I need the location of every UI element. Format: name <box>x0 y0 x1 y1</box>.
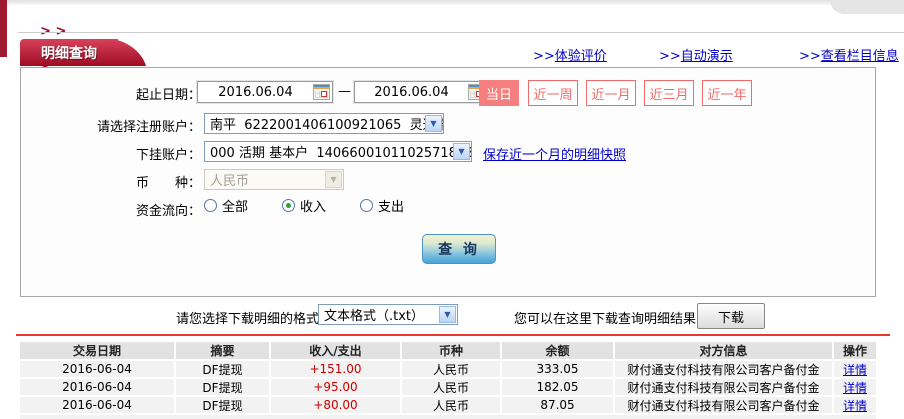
radio-label: 支出 <box>378 196 404 215</box>
fund-flow-label: 资金流向： <box>21 200 201 219</box>
radio-checked-icon <box>282 199 295 212</box>
red-divider <box>16 334 890 336</box>
cell-date: 2016-06-04 <box>20 379 176 395</box>
cell-counterparty: 财付通支付科技有限公司客户备付金 <box>615 379 834 395</box>
link-label: 查看栏目信息 <box>821 49 899 64</box>
chevron-down-icon[interactable]: ▼ <box>439 306 456 323</box>
currency-label: 币 种： <box>21 172 201 191</box>
date-from-value: 2016.06.04 <box>198 85 313 100</box>
cell-amount: +95.00 <box>271 379 402 395</box>
cell-balance: 87.05 <box>502 397 615 413</box>
link-prefix: >> <box>533 49 555 64</box>
save-snapshot-link[interactable]: 保存近一个月的明细快照 <box>483 144 626 163</box>
table-row: 2016-06-04 DF提现 +151.00 人民币 333.05 财付通支付… <box>20 361 876 377</box>
download-hint-label: 您可以在这里下载查询明细结果 <box>514 308 696 327</box>
link-prefix: >> <box>799 49 821 64</box>
registered-account-select[interactable]: 南平 6222001406100921065 灵通卡 ▼ <box>204 113 444 134</box>
currency-value: 人民币 <box>210 170 249 189</box>
cell-counterparty: 财付通支付科技有限公司客户备付金 <box>615 361 834 377</box>
query-form-panel: 起止日期： 2016.06.04 — 2016.06.04 当日 近一周 近一月… <box>20 67 876 297</box>
table-row-partial <box>20 415 876 419</box>
detail-link[interactable]: 详情 <box>843 361 867 377</box>
column-header-counterparty: 对方信息 <box>615 342 834 359</box>
top-band <box>0 0 904 5</box>
date-to-input[interactable]: 2016.06.04 <box>354 81 488 103</box>
tab-detail-query[interactable]: 明细查询 <box>20 39 118 66</box>
radio-icon <box>360 199 373 212</box>
table-row: 2016-06-04 DF提现 +95.00 人民币 182.05 财付通支付科… <box>20 379 876 395</box>
experience-rating-link[interactable]: >>体验评价 <box>533 45 607 64</box>
detail-query-page: > > 我的账户 > 账务查询 > 明细查询 明细查询 >>体验评价 >>自动演… <box>0 0 904 419</box>
radio-label: 全部 <box>222 196 248 215</box>
date-range-dash: — <box>338 84 351 99</box>
chevron-down-icon[interactable]: ▼ <box>425 115 442 132</box>
radio-option-all[interactable]: 全部 <box>204 196 248 215</box>
currency-select-disabled: 人民币 ▼ <box>204 169 344 190</box>
date-range-label: 起止日期： <box>21 84 201 103</box>
cell-summary: DF提现 <box>176 397 271 413</box>
cell-summary: DF提现 <box>176 379 271 395</box>
sub-account-label: 下挂账户： <box>21 144 201 163</box>
registered-account-value: 南平 6222001406100921065 灵通卡 <box>210 114 443 133</box>
auto-demo-link[interactable]: >>自动演示 <box>659 45 733 64</box>
sub-account-value: 000 活期 基本户 1406600101102571848 <box>210 142 471 161</box>
calendar-icon[interactable] <box>313 84 330 100</box>
quick-range-year-button[interactable]: 近一年 <box>702 80 752 106</box>
sub-account-select[interactable]: 000 活期 基本户 1406600101102571848 ▼ <box>204 141 472 162</box>
column-header-date: 交易日期 <box>20 342 176 359</box>
tab-label: 明细查询 <box>41 43 97 63</box>
cell-date: 2016-06-04 <box>20 361 176 377</box>
top-right-corner <box>830 0 904 14</box>
breadcrumb-divider <box>18 32 904 33</box>
download-button[interactable]: 下载 <box>697 303 765 329</box>
quick-range-today-button[interactable]: 当日 <box>479 80 519 106</box>
column-header-action: 操作 <box>834 342 876 359</box>
download-format-label: 请您选择下载明细的格式 <box>176 308 319 327</box>
detail-link[interactable]: 详情 <box>843 397 867 413</box>
query-button[interactable]: 查 询 <box>422 234 496 264</box>
cell-date: 2016-06-04 <box>20 397 176 413</box>
radio-option-income[interactable]: 收入 <box>282 196 326 215</box>
radio-icon <box>204 199 217 212</box>
quick-range-week-button[interactable]: 近一周 <box>528 80 578 106</box>
column-header-balance: 余额 <box>502 342 615 359</box>
cell-balance: 333.05 <box>502 361 615 377</box>
link-prefix: >> <box>659 49 681 64</box>
link-label: 自动演示 <box>681 49 733 64</box>
detail-link[interactable]: 详情 <box>843 379 867 395</box>
radio-label: 收入 <box>300 196 326 215</box>
cell-amount: +80.00 <box>271 397 402 413</box>
cell-summary: DF提现 <box>176 361 271 377</box>
chevron-down-icon: ▼ <box>325 171 342 188</box>
cell-amount: +151.00 <box>271 361 402 377</box>
date-from-input[interactable]: 2016.06.04 <box>197 81 333 103</box>
cell-balance: 182.05 <box>502 379 615 395</box>
download-format-value: 文本格式（.txt） <box>324 305 424 324</box>
quick-range-3months-button[interactable]: 近三月 <box>644 80 694 106</box>
column-header-amount: 收入/支出 <box>271 342 402 359</box>
chevron-down-icon[interactable]: ▼ <box>453 143 470 160</box>
radio-option-expense[interactable]: 支出 <box>360 196 404 215</box>
download-format-select[interactable]: 文本格式（.txt） ▼ <box>318 304 458 325</box>
cell-counterparty: 财付通支付科技有限公司客户备付金 <box>615 397 834 413</box>
column-header-currency: 币种 <box>402 342 502 359</box>
cell-currency: 人民币 <box>402 361 502 377</box>
left-red-strip <box>0 0 7 57</box>
link-label: 体验评价 <box>555 49 607 64</box>
view-column-info-link[interactable]: >>查看栏目信息 <box>799 45 899 64</box>
table-header-row: 交易日期 摘要 收入/支出 币种 余额 对方信息 操作 <box>20 342 876 359</box>
date-to-value: 2016.06.04 <box>355 85 468 100</box>
table-row: 2016-06-04 DF提现 +80.00 人民币 87.05 财付通支付科技… <box>20 397 876 413</box>
fund-flow-radio-group: 全部 收入 支出 <box>204 196 438 214</box>
cell-currency: 人民币 <box>402 379 502 395</box>
registered-account-label: 请选择注册账户： <box>21 116 201 135</box>
quick-range-month-button[interactable]: 近一月 <box>586 80 636 106</box>
column-header-summary: 摘要 <box>176 342 271 359</box>
cell-currency: 人民币 <box>402 397 502 413</box>
